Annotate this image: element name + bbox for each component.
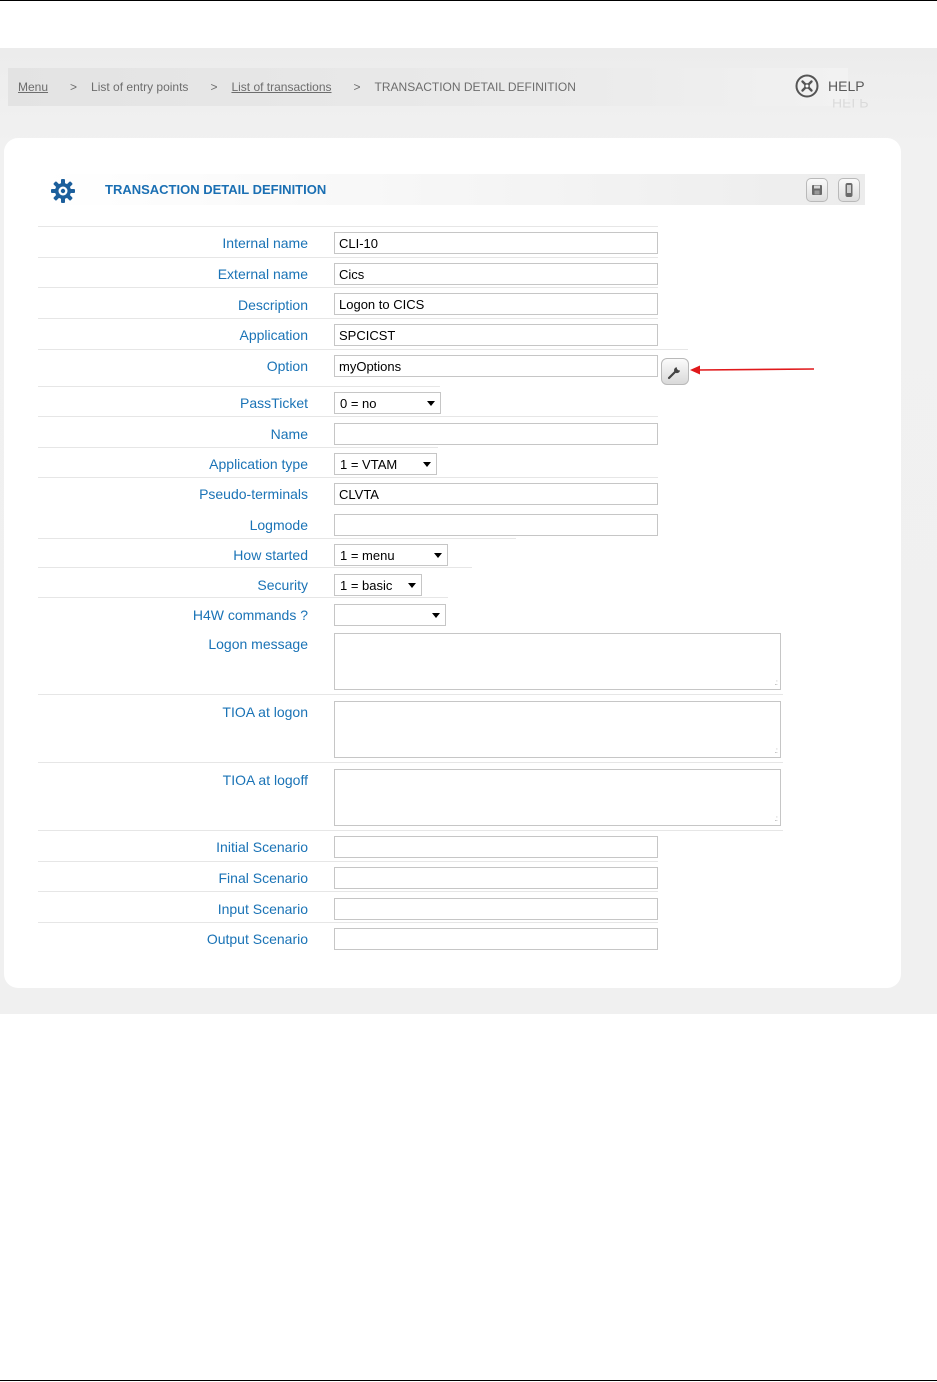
passticket-select[interactable]: 0 = no bbox=[334, 392, 441, 414]
passticket-label: PassTicket bbox=[240, 395, 308, 411]
chevron-down-icon bbox=[423, 461, 431, 467]
input-scenario-input[interactable] bbox=[334, 898, 658, 920]
chevron-down-icon bbox=[434, 552, 442, 558]
output-scenario-input[interactable] bbox=[334, 928, 658, 950]
external-name-label: External name bbox=[217, 266, 308, 282]
application-label: Application bbox=[239, 327, 309, 343]
row-divider bbox=[38, 597, 448, 598]
resize-grip-icon[interactable]: .: bbox=[775, 678, 779, 687]
breadcrumb-current: TRANSACTION DETAIL DEFINITION bbox=[374, 80, 576, 94]
phone-button[interactable] bbox=[838, 178, 860, 202]
chevron-down-icon bbox=[432, 612, 440, 618]
row-divider bbox=[38, 318, 658, 319]
row-divider bbox=[38, 694, 783, 695]
row-divider bbox=[38, 349, 688, 350]
arrow-annotation bbox=[690, 365, 815, 375]
row-divider bbox=[38, 891, 658, 892]
application-type-value: 1 = VTAM bbox=[340, 456, 398, 472]
form-card: TRANSACTION DETAIL DEFINITION Internal n… bbox=[4, 138, 901, 988]
final-scenario-input[interactable] bbox=[334, 867, 658, 889]
logmode-label: Logmode bbox=[249, 517, 308, 533]
logon-message-label: Logon message bbox=[208, 636, 308, 652]
application-type-select[interactable]: 1 = VTAM bbox=[334, 453, 437, 475]
row-divider bbox=[38, 922, 658, 923]
help-icon bbox=[795, 74, 819, 98]
row-divider bbox=[38, 538, 516, 539]
row-divider bbox=[38, 567, 472, 568]
breadcrumb-transactions-link[interactable]: List of transactions bbox=[231, 80, 331, 94]
passticket-value: 0 = no bbox=[340, 395, 377, 411]
initial-scenario-input[interactable] bbox=[334, 836, 658, 858]
breadcrumb-separator: > bbox=[353, 80, 361, 94]
breadcrumb-entry-points: List of entry points bbox=[91, 80, 189, 94]
description-input[interactable] bbox=[334, 293, 658, 315]
security-value: 1 = basic bbox=[340, 577, 393, 593]
logon-message-textarea[interactable]: .: bbox=[334, 633, 781, 690]
row-divider bbox=[38, 226, 658, 227]
tioa-logon-textarea[interactable]: .: bbox=[334, 701, 781, 758]
bottom-rule bbox=[0, 1380, 937, 1381]
row-divider bbox=[38, 416, 658, 417]
pseudo-terminals-input[interactable] bbox=[334, 483, 658, 505]
breadcrumb-separator: > bbox=[210, 80, 218, 94]
row-divider bbox=[38, 830, 783, 831]
save-icon bbox=[812, 185, 822, 195]
row-divider bbox=[38, 477, 658, 478]
help-label-reflection: HELP bbox=[832, 99, 869, 109]
option-label: Option bbox=[266, 358, 308, 374]
wrench-icon bbox=[667, 366, 680, 379]
initial-scenario-label: Initial Scenario bbox=[216, 839, 308, 855]
output-scenario-label: Output Scenario bbox=[206, 931, 308, 947]
help-button[interactable]: HELP bbox=[795, 74, 865, 98]
page-title: TRANSACTION DETAIL DEFINITION bbox=[105, 182, 327, 197]
help-label: HELP bbox=[828, 78, 865, 94]
row-divider bbox=[38, 861, 658, 862]
phone-icon bbox=[845, 183, 853, 197]
security-select[interactable]: 1 = basic bbox=[334, 574, 422, 596]
breadcrumb: Menu > List of entry points > List of tr… bbox=[8, 68, 848, 106]
security-label: Security bbox=[257, 577, 308, 593]
name-input[interactable] bbox=[334, 423, 658, 445]
pseudo-terminals-label: Pseudo-terminals bbox=[199, 486, 308, 502]
resize-grip-icon[interactable]: .: bbox=[775, 814, 779, 823]
name-label: Name bbox=[270, 426, 308, 442]
h4w-commands-select[interactable] bbox=[334, 604, 446, 626]
save-button[interactable] bbox=[806, 178, 828, 202]
tioa-logoff-label: TIOA at logoff bbox=[222, 772, 308, 788]
external-name-input[interactable] bbox=[334, 263, 658, 285]
resize-grip-icon[interactable]: .: bbox=[775, 746, 779, 755]
how-started-select[interactable]: 1 = menu bbox=[334, 544, 448, 566]
row-divider bbox=[38, 762, 783, 763]
gear-icon bbox=[51, 179, 75, 203]
row-divider bbox=[38, 386, 440, 387]
how-started-value: 1 = menu bbox=[340, 547, 395, 563]
chevron-down-icon bbox=[427, 400, 435, 406]
logmode-input[interactable] bbox=[334, 514, 658, 536]
breadcrumb-separator: > bbox=[70, 80, 78, 94]
breadcrumb-menu-link[interactable]: Menu bbox=[18, 80, 48, 94]
row-divider bbox=[38, 447, 438, 448]
tioa-logon-label: TIOA at logon bbox=[222, 704, 308, 720]
description-label: Description bbox=[237, 297, 308, 313]
row-divider bbox=[38, 257, 658, 258]
application-input[interactable] bbox=[334, 324, 658, 346]
top-rule bbox=[0, 0, 937, 1]
option-input[interactable] bbox=[334, 355, 658, 377]
chevron-down-icon bbox=[408, 582, 416, 588]
internal-name-label: Internal name bbox=[222, 235, 308, 251]
input-scenario-label: Input Scenario bbox=[217, 901, 308, 917]
tioa-logoff-textarea[interactable]: .: bbox=[334, 769, 781, 826]
option-edit-button[interactable] bbox=[661, 358, 689, 385]
row-divider bbox=[38, 287, 658, 288]
application-type-label: Application type bbox=[209, 456, 308, 472]
final-scenario-label: Final Scenario bbox=[218, 870, 309, 886]
internal-name-input[interactable] bbox=[334, 232, 658, 254]
how-started-label: How started bbox=[233, 547, 308, 563]
h4w-commands-label: H4W commands ? bbox=[192, 607, 308, 623]
